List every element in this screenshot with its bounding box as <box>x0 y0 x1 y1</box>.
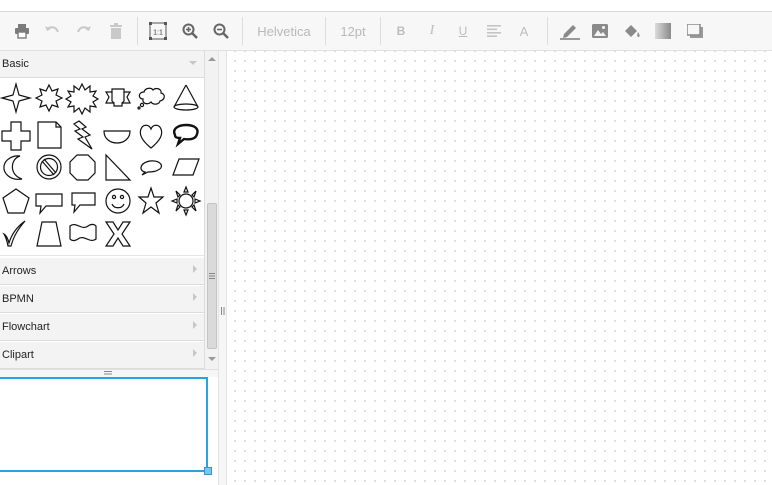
gradient-icon[interactable] <box>653 19 673 43</box>
window-top-strip <box>0 0 772 12</box>
font-family-value: Helvetica <box>257 23 311 39</box>
scroll-down-icon[interactable] <box>208 357 216 361</box>
folded-corner-shape[interactable] <box>37 121 62 149</box>
rectangular-callout-shape[interactable] <box>35 193 63 215</box>
splitter-grip-icon <box>104 371 112 375</box>
pentagon-shape[interactable] <box>2 188 30 214</box>
zoom-out-icon[interactable] <box>211 19 231 43</box>
fill-color-icon[interactable] <box>621 19 643 43</box>
4-point-star-shape[interactable] <box>0 81 33 115</box>
image-icon[interactable] <box>590 19 610 43</box>
cloud-callout-shape[interactable] <box>137 87 165 110</box>
line-color-icon[interactable] <box>559 19 581 43</box>
toolbar-separator <box>380 17 381 45</box>
scrollbar-thumb[interactable] <box>207 203 217 349</box>
chevron-right-icon <box>193 321 197 329</box>
actual-size-icon[interactable]: 1:1 <box>148 19 168 43</box>
vertical-splitter[interactable] <box>218 51 227 485</box>
tick-shape[interactable] <box>2 220 26 247</box>
undo-icon[interactable] <box>42 19 62 43</box>
chevron-right-icon <box>193 293 197 301</box>
bold-button[interactable]: B <box>392 19 410 43</box>
actual-size-label: 1:1 <box>153 30 163 37</box>
toolbar-separator <box>325 17 326 45</box>
print-icon[interactable] <box>12 19 32 43</box>
octagon-shape[interactable] <box>69 154 96 181</box>
half-circle-shape[interactable] <box>103 130 131 144</box>
font-size-select[interactable]: 12pt <box>334 19 372 43</box>
diagram-canvas[interactable] <box>227 51 772 485</box>
cone-shape[interactable] <box>173 84 199 111</box>
toolbar-separator <box>242 17 243 45</box>
underline-icon: U <box>458 24 468 38</box>
wave-shape[interactable] <box>69 223 97 242</box>
outline-panel[interactable] <box>0 377 218 485</box>
basic-shapes-grid <box>0 81 202 247</box>
section-label: Basic <box>2 58 29 70</box>
toolbar: 1:1 Helvetica 12pt B I U A <box>0 12 772 51</box>
splitter-grip-icon <box>221 307 225 315</box>
section-label: BPMN <box>2 293 34 305</box>
8-point-star-shape[interactable] <box>34 83 64 113</box>
chevron-down-icon <box>189 61 197 65</box>
delete-icon[interactable] <box>106 19 126 43</box>
font-color-button[interactable]: A <box>515 19 533 43</box>
section-label: Flowchart <box>2 321 50 333</box>
underline-button[interactable]: U <box>454 19 472 43</box>
sidebar-scrollbar[interactable] <box>204 51 219 369</box>
outline-viewport[interactable] <box>0 377 208 472</box>
heart-shape[interactable] <box>139 124 163 149</box>
section-flowchart[interactable]: Flowchart <box>0 314 204 341</box>
italic-button[interactable]: I <box>423 19 441 43</box>
star-shape[interactable] <box>137 186 165 215</box>
x-shape[interactable] <box>104 221 132 247</box>
section-bpmn[interactable]: BPMN <box>0 286 204 313</box>
align-icon[interactable] <box>485 19 503 43</box>
font-family-select[interactable]: Helvetica <box>250 19 318 43</box>
section-label: Clipart <box>2 349 34 361</box>
cross-shape[interactable] <box>1 121 31 151</box>
chevron-right-icon <box>193 265 197 273</box>
trapezoid-shape[interactable] <box>36 221 62 247</box>
section-arrows[interactable]: Arrows <box>0 258 204 285</box>
right-triangle-shape[interactable] <box>105 153 132 181</box>
banner-shape[interactable] <box>104 88 132 107</box>
horizontal-splitter[interactable] <box>0 369 218 377</box>
lightning-shape[interactable] <box>72 120 93 150</box>
moon-shape[interactable] <box>3 155 23 180</box>
grip-icon <box>209 273 215 279</box>
zoom-in-icon[interactable] <box>180 19 200 43</box>
redo-icon[interactable] <box>74 19 94 43</box>
shadow-icon[interactable] <box>685 19 705 43</box>
loud-callout-shape[interactable] <box>173 123 199 148</box>
chevron-right-icon <box>193 349 197 357</box>
oval-callout-shape[interactable] <box>140 160 163 176</box>
smiley-shape[interactable] <box>105 188 131 214</box>
italic-icon: I <box>429 23 435 38</box>
rounded-callout-shape[interactable] <box>71 192 96 214</box>
12-point-star-shape[interactable] <box>64 82 100 116</box>
section-clipart[interactable]: Clipart <box>0 342 204 369</box>
shapes-sidebar: Basic Arrows BPMN Flowchart Clipart <box>0 51 204 369</box>
parallelogram-shape[interactable] <box>172 158 200 176</box>
toolbar-separator <box>547 17 548 45</box>
font-color-icon: A <box>519 23 529 39</box>
section-basic[interactable]: Basic <box>0 51 204 78</box>
font-size-value: 12pt <box>340 23 366 39</box>
bold-icon: B <box>396 24 406 38</box>
sun-shape[interactable] <box>170 185 202 217</box>
basic-shapes-palette <box>0 79 204 256</box>
outline-resize-handle[interactable] <box>204 467 212 475</box>
section-label: Arrows <box>2 265 37 277</box>
scroll-up-icon[interactable] <box>208 57 216 61</box>
toolbar-separator <box>137 17 138 45</box>
no-symbol-shape[interactable] <box>36 154 62 180</box>
